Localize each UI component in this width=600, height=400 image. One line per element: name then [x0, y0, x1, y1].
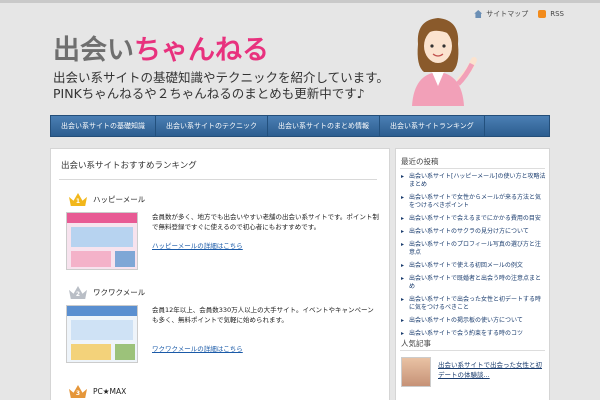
- ranking-site-name[interactable]: ハッピーメール: [93, 194, 145, 205]
- recent-post-link[interactable]: 出会い系サイトで女性からメールが来る方法と気をつけるべきポイント: [401, 194, 546, 210]
- site-tagline: 出会い系サイトの基礎知識やテクニックを紹介しています。 PINKちゃんねるや２ち…: [53, 70, 389, 102]
- top-links: サイトマップ RSS: [474, 9, 570, 19]
- tagline-line-2: PINKちゃんねるや２ちゃんねるのまとめも更新中です♪: [53, 86, 365, 101]
- main-content: 出会い系サイトおすすめランキング 1 ハッピーメール 会員数が多く、地方でも出会…: [50, 148, 390, 400]
- silver-crown-icon: 2: [69, 286, 87, 299]
- mascot-girl-illustration: [412, 18, 477, 106]
- ranking-description: 会員12年以上、会員数330万人以上の大手サイト。イベントやキャンペーンも多く、…: [152, 306, 374, 324]
- nav-item-summary[interactable]: 出会い系サイトのまとめ情報: [268, 116, 380, 136]
- recent-post-link[interactable]: 出会い系サイトの掲示板の使い方について: [401, 317, 546, 325]
- sidebar: 最近の投稿 出会い系サイト[ハッピーメール]の使い方と攻略法まとめ 出会い系サイ…: [395, 148, 550, 400]
- recent-post-link[interactable]: 出会い系サイトで既婚者と出会う時の注意点まとめ: [401, 275, 546, 291]
- logo-text-part1: 出会い: [53, 35, 134, 66]
- recent-posts-heading: 最近の投稿: [401, 157, 439, 166]
- ranking-entry-header: 1 ハッピーメール: [69, 193, 145, 206]
- ranking-detail-link[interactable]: ハッピーメールの詳細はこちら: [152, 240, 243, 250]
- popular-posts-heading: 人気記事: [401, 339, 431, 348]
- ranking-entry-header: 3 PC★MAX: [69, 385, 126, 398]
- page-title: 出会い系サイトおすすめランキング: [61, 161, 197, 171]
- nav-item-techniques[interactable]: 出会い系サイトのテクニック: [156, 116, 268, 136]
- ranking-description: 会員数が多く、地方でも出会いやすい老舗の出会い系サイトです。ポイント制で無料登録…: [152, 213, 379, 231]
- recent-post-link[interactable]: 出会い系サイトで会う約束をする時のコツ: [401, 330, 546, 338]
- sidebar-divider: [400, 350, 545, 351]
- rss-link[interactable]: RSS: [550, 10, 564, 18]
- site-logo[interactable]: 出会いちゃんねる: [53, 28, 269, 67]
- top-strip: [0, 0, 600, 3]
- ranking-site-name[interactable]: ワクワクメール: [93, 287, 145, 298]
- recent-post-link[interactable]: 出会い系サイトのサクラの見分け方について: [401, 228, 546, 236]
- title-divider: [59, 179, 377, 180]
- popular-post-thumbnail[interactable]: [401, 357, 431, 387]
- main-nav: 出会い系サイトの基礎知識 出会い系サイトのテクニック 出会い系サイトのまとめ情報…: [50, 115, 550, 137]
- recent-posts-list: 出会い系サイト[ハッピーメール]の使い方と攻略法まとめ 出会い系サイトで女性から…: [401, 173, 546, 343]
- rss-icon: [538, 10, 547, 18]
- site-screenshot-thumbnail[interactable]: [66, 212, 138, 270]
- recent-post-link[interactable]: 出会い系サイトで使える初回メールの例文: [401, 262, 546, 270]
- ranking-detail-link[interactable]: ワクワクメールの詳細はこちら: [152, 343, 243, 353]
- ranking-site-name[interactable]: PC★MAX: [93, 387, 126, 396]
- recent-post-link[interactable]: 出会い系サイトで会えるまでにかかる費用の目安: [401, 215, 546, 223]
- ranking-entry-header: 2 ワクワクメール: [69, 286, 145, 299]
- sidebar-divider: [400, 168, 545, 169]
- sitemap-link[interactable]: サイトマップ: [486, 9, 528, 19]
- bronze-crown-icon: 3: [69, 385, 87, 398]
- recent-post-link[interactable]: 出会い系サイト[ハッピーメール]の使い方と攻略法まとめ: [401, 173, 546, 189]
- recent-post-link[interactable]: 出会い系サイトで出会った女性と初デートする時に気をつけるべきこと: [401, 296, 546, 312]
- nav-item-basics[interactable]: 出会い系サイトの基礎知識: [51, 116, 156, 136]
- recent-post-link[interactable]: 出会い系サイトのプロフィール写真の選び方と注意点: [401, 241, 546, 257]
- site-screenshot-thumbnail[interactable]: [66, 305, 138, 363]
- nav-item-ranking[interactable]: 出会い系サイトランキング: [380, 116, 485, 136]
- gold-crown-icon: 1: [69, 193, 87, 206]
- popular-post-link[interactable]: 出会い系サイトで出会った女性と初デートの体験談...: [438, 359, 546, 379]
- logo-text-part2: ちゃんねる: [134, 35, 269, 66]
- tagline-line-1: 出会い系サイトの基礎知識やテクニックを紹介しています。: [53, 70, 389, 85]
